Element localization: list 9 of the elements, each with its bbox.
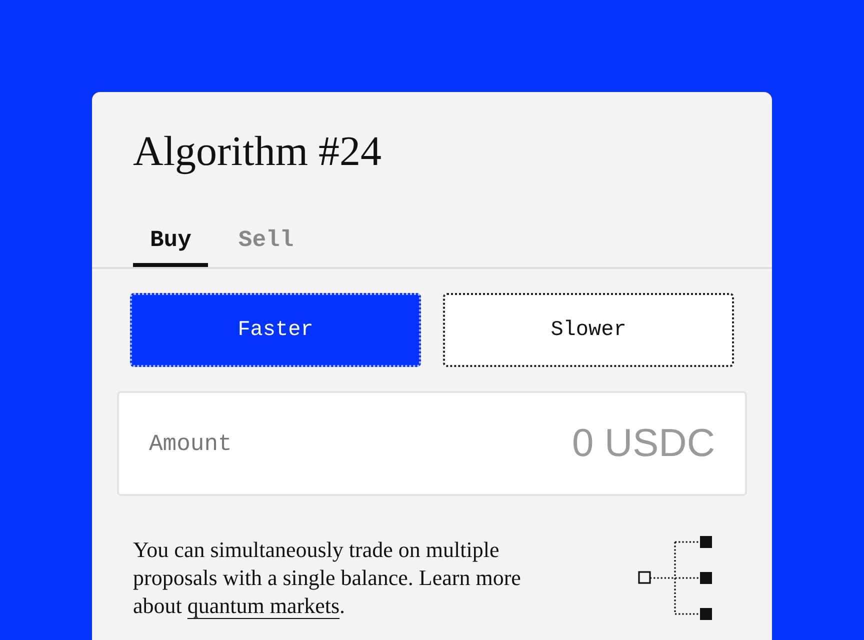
page-title: Algorithm #24	[133, 128, 382, 177]
speed-option-button[interactable]: Slower	[443, 293, 734, 367]
quantum-markets-link[interactable]: quantum markets	[187, 593, 340, 618]
amount-input[interactable]: 0 USDC	[252, 422, 715, 466]
amount-label: Amount	[149, 430, 232, 456]
amount-field[interactable]: Amount 0 USDC	[117, 391, 747, 496]
speed-option-button[interactable]: Faster	[130, 293, 421, 367]
info-text: You can simultaneously trade on multiple proposals with a single balance. Learn more about quantum markets.	[133, 536, 522, 620]
branch-diagram-icon	[638, 536, 712, 620]
